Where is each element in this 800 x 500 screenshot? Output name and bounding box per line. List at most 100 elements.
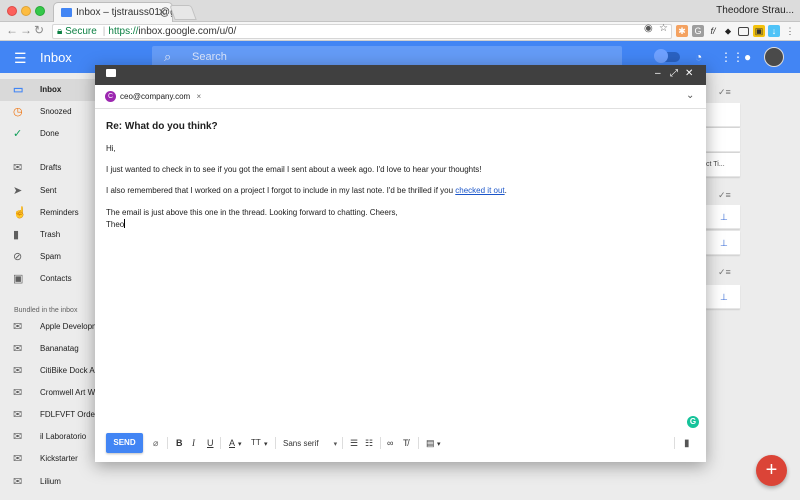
sidebar-item-sent[interactable]: ➤ Sent bbox=[0, 180, 108, 202]
minimize-icon[interactable]: – bbox=[655, 68, 661, 79]
sweep-done-icon[interactable]: ✓≡ bbox=[718, 190, 731, 201]
sidebar: ▭ Inbox ◷ Snoozed ✓ Done ✉ Drafts ➤ Sent… bbox=[0, 73, 108, 500]
subject-line[interactable]: Re: What do you think? bbox=[106, 121, 218, 132]
inbox-icon: ▭ bbox=[13, 84, 24, 96]
sidebar-bundle-item[interactable]: ✉ Apple Developm bbox=[0, 316, 108, 338]
sidebar-item-drafts[interactable]: ✉ Drafts bbox=[0, 157, 108, 179]
sidebar-bundle-item[interactable]: ✉ CitiBike Dock Al bbox=[0, 360, 108, 382]
pin-icon[interactable]: ⊥ bbox=[720, 212, 728, 223]
numbered-list-icon[interactable]: ☷ bbox=[365, 438, 373, 449]
text-size-dropdown-icon[interactable]: ▾ bbox=[264, 440, 268, 448]
pin-icon[interactable]: ⊥ bbox=[720, 292, 728, 303]
remove-recipient-icon[interactable]: × bbox=[196, 92, 201, 101]
checked-it-out-link[interactable]: checked it out bbox=[455, 186, 504, 195]
tab-close-icon[interactable]: ✕ bbox=[158, 6, 167, 19]
eye-icon[interactable]: ◉ bbox=[644, 23, 653, 34]
extension-icon[interactable]: G bbox=[692, 25, 704, 37]
download-icon[interactable]: ↓ bbox=[768, 25, 780, 37]
back-arrow-icon[interactable]: ← bbox=[6, 23, 18, 37]
sidebar-bundle-item[interactable]: ✉ Cromwell Art We bbox=[0, 382, 108, 404]
attach-icon[interactable]: ⌀ bbox=[153, 438, 158, 449]
fullscreen-icon[interactable]: ⤢ bbox=[670, 68, 678, 79]
list-item[interactable] bbox=[706, 128, 740, 152]
chevron-down-icon[interactable]: ⌄ bbox=[686, 90, 694, 101]
font-family-select[interactable]: Sans serif ▾ bbox=[283, 439, 337, 448]
browser-tab-inbox[interactable]: Inbox – tjstrauss01@gmail.com ✕ bbox=[53, 2, 173, 22]
sidebar-item-done[interactable]: ✓ Done bbox=[0, 123, 108, 145]
text-size-button[interactable]: TT bbox=[251, 438, 261, 447]
compose-fab-button[interactable]: + bbox=[756, 455, 787, 486]
forward-arrow-icon[interactable]: → bbox=[20, 23, 32, 37]
minimize-window-button[interactable] bbox=[21, 6, 31, 16]
reload-icon[interactable]: ↻ bbox=[34, 23, 44, 37]
function-extension-icon[interactable]: f/ bbox=[707, 25, 719, 37]
extension-icon[interactable]: ▣ bbox=[753, 25, 765, 37]
body-greeting: Hi, bbox=[106, 144, 116, 153]
close-icon[interactable]: ✕ bbox=[685, 68, 693, 79]
sidebar-bundle-item[interactable]: ✉ FDLFVFT Orders bbox=[0, 404, 108, 426]
extension-icon[interactable]: ✱ bbox=[676, 25, 688, 37]
sidebar-bundle-item[interactable]: ✉ Lilium bbox=[0, 471, 108, 493]
sidebar-bundle-item[interactable]: ✉ Kickstarter bbox=[0, 448, 108, 470]
browser-profile-name[interactable]: Theodore Strau... bbox=[716, 5, 794, 16]
notifications-icon[interactable]: ● bbox=[744, 50, 751, 64]
message-list: ✓≡ ct Ti... ✓≡ ⊥ ⊥ ✓≡ ⊥ bbox=[706, 73, 800, 500]
envelope-icon: ✉ bbox=[13, 431, 23, 443]
text-color-dropdown-icon[interactable]: ▾ bbox=[238, 440, 242, 448]
grammarly-icon[interactable]: G bbox=[687, 416, 699, 428]
toggle-knob bbox=[654, 49, 668, 63]
send-button[interactable]: SEND bbox=[106, 433, 143, 453]
sidebar-item-label: Drafts bbox=[40, 163, 62, 172]
underline-button[interactable]: U bbox=[207, 438, 214, 448]
body-signature: Theo bbox=[106, 219, 126, 230]
address-bar[interactable]: 🔒︎ Secure | https://inbox.google.com/u/0/ bbox=[52, 24, 672, 39]
sidebar-item-label: Bananatag bbox=[40, 344, 79, 353]
avatar[interactable] bbox=[764, 47, 784, 67]
list-item[interactable] bbox=[706, 103, 740, 127]
sweep-done-icon[interactable]: ✓≡ bbox=[718, 87, 731, 98]
bulleted-list-icon[interactable]: ☰ bbox=[350, 438, 358, 449]
sweep-done-icon[interactable]: ✓≡ bbox=[718, 267, 731, 278]
template-dropdown-icon[interactable]: ▾ bbox=[437, 440, 441, 448]
search-placeholder: Search bbox=[192, 51, 227, 63]
sidebar-item-reminders[interactable]: ☝ Reminders bbox=[0, 202, 108, 224]
list-item[interactable]: ⊥ bbox=[706, 231, 740, 255]
recipient-chip[interactable]: C ceo@company.com × bbox=[105, 90, 202, 104]
zoom-window-button[interactable] bbox=[35, 6, 45, 16]
text-color-button[interactable]: A bbox=[229, 438, 235, 448]
sidebar-item-snoozed[interactable]: ◷ Snoozed bbox=[0, 101, 108, 123]
bold-button[interactable]: B bbox=[176, 438, 183, 448]
list-item[interactable]: ⊥ bbox=[706, 285, 740, 309]
sidebar-item-spam[interactable]: ⊘ Spam bbox=[0, 246, 108, 268]
location-pin-icon[interactable]: ⬥ bbox=[722, 25, 734, 37]
apps-grid-icon[interactable]: ⋮⋮ bbox=[720, 50, 744, 64]
list-item[interactable]: ⊥ bbox=[706, 205, 740, 229]
recipient-field[interactable]: C ceo@company.com × ⌄ bbox=[95, 85, 706, 109]
clear-formatting-icon[interactable]: T̸ bbox=[403, 438, 409, 448]
sidebar-item-label: Lilium bbox=[40, 477, 61, 486]
link-icon[interactable]: ∞ bbox=[387, 438, 393, 448]
pin-icon[interactable]: ⊥ bbox=[720, 238, 728, 249]
sidebar-item-inbox[interactable]: ▭ Inbox bbox=[0, 79, 108, 101]
cast-icon[interactable] bbox=[738, 27, 749, 36]
sidebar-bundle-item[interactable]: ✉ Bananatag bbox=[0, 338, 108, 360]
sidebar-item-trash[interactable]: ▮ Trash bbox=[0, 224, 108, 246]
pinned-toggle[interactable] bbox=[654, 49, 680, 63]
body-paragraph: I also remembered that I worked on a pro… bbox=[106, 186, 507, 196]
sidebar-item-label: Cromwell Art We bbox=[40, 388, 100, 397]
sidebar-item-label: Snoozed bbox=[40, 107, 72, 116]
hangouts-icon[interactable]: ◔ bbox=[695, 50, 702, 64]
trash-icon[interactable]: ▮ bbox=[684, 438, 690, 449]
sidebar-item-contacts[interactable]: ▣ Contacts bbox=[0, 268, 108, 290]
envelope-icon: ✉ bbox=[13, 321, 23, 333]
italic-button[interactable]: I bbox=[192, 438, 195, 448]
list-item[interactable]: ct Ti... bbox=[706, 153, 740, 177]
new-tab-button[interactable] bbox=[169, 5, 197, 20]
bookmark-star-icon[interactable]: ☆ bbox=[659, 23, 668, 34]
browser-tab-bar: Inbox – tjstrauss01@gmail.com ✕ Theodore… bbox=[0, 0, 800, 22]
template-icon[interactable]: ▤ bbox=[426, 438, 435, 449]
menu-icon[interactable]: ☰ bbox=[14, 50, 27, 67]
close-window-button[interactable] bbox=[7, 6, 17, 16]
sidebar-bundle-item[interactable]: ✉ il Laboratorio bbox=[0, 426, 108, 448]
menu-dots-icon[interactable]: ⋮ bbox=[784, 25, 796, 37]
